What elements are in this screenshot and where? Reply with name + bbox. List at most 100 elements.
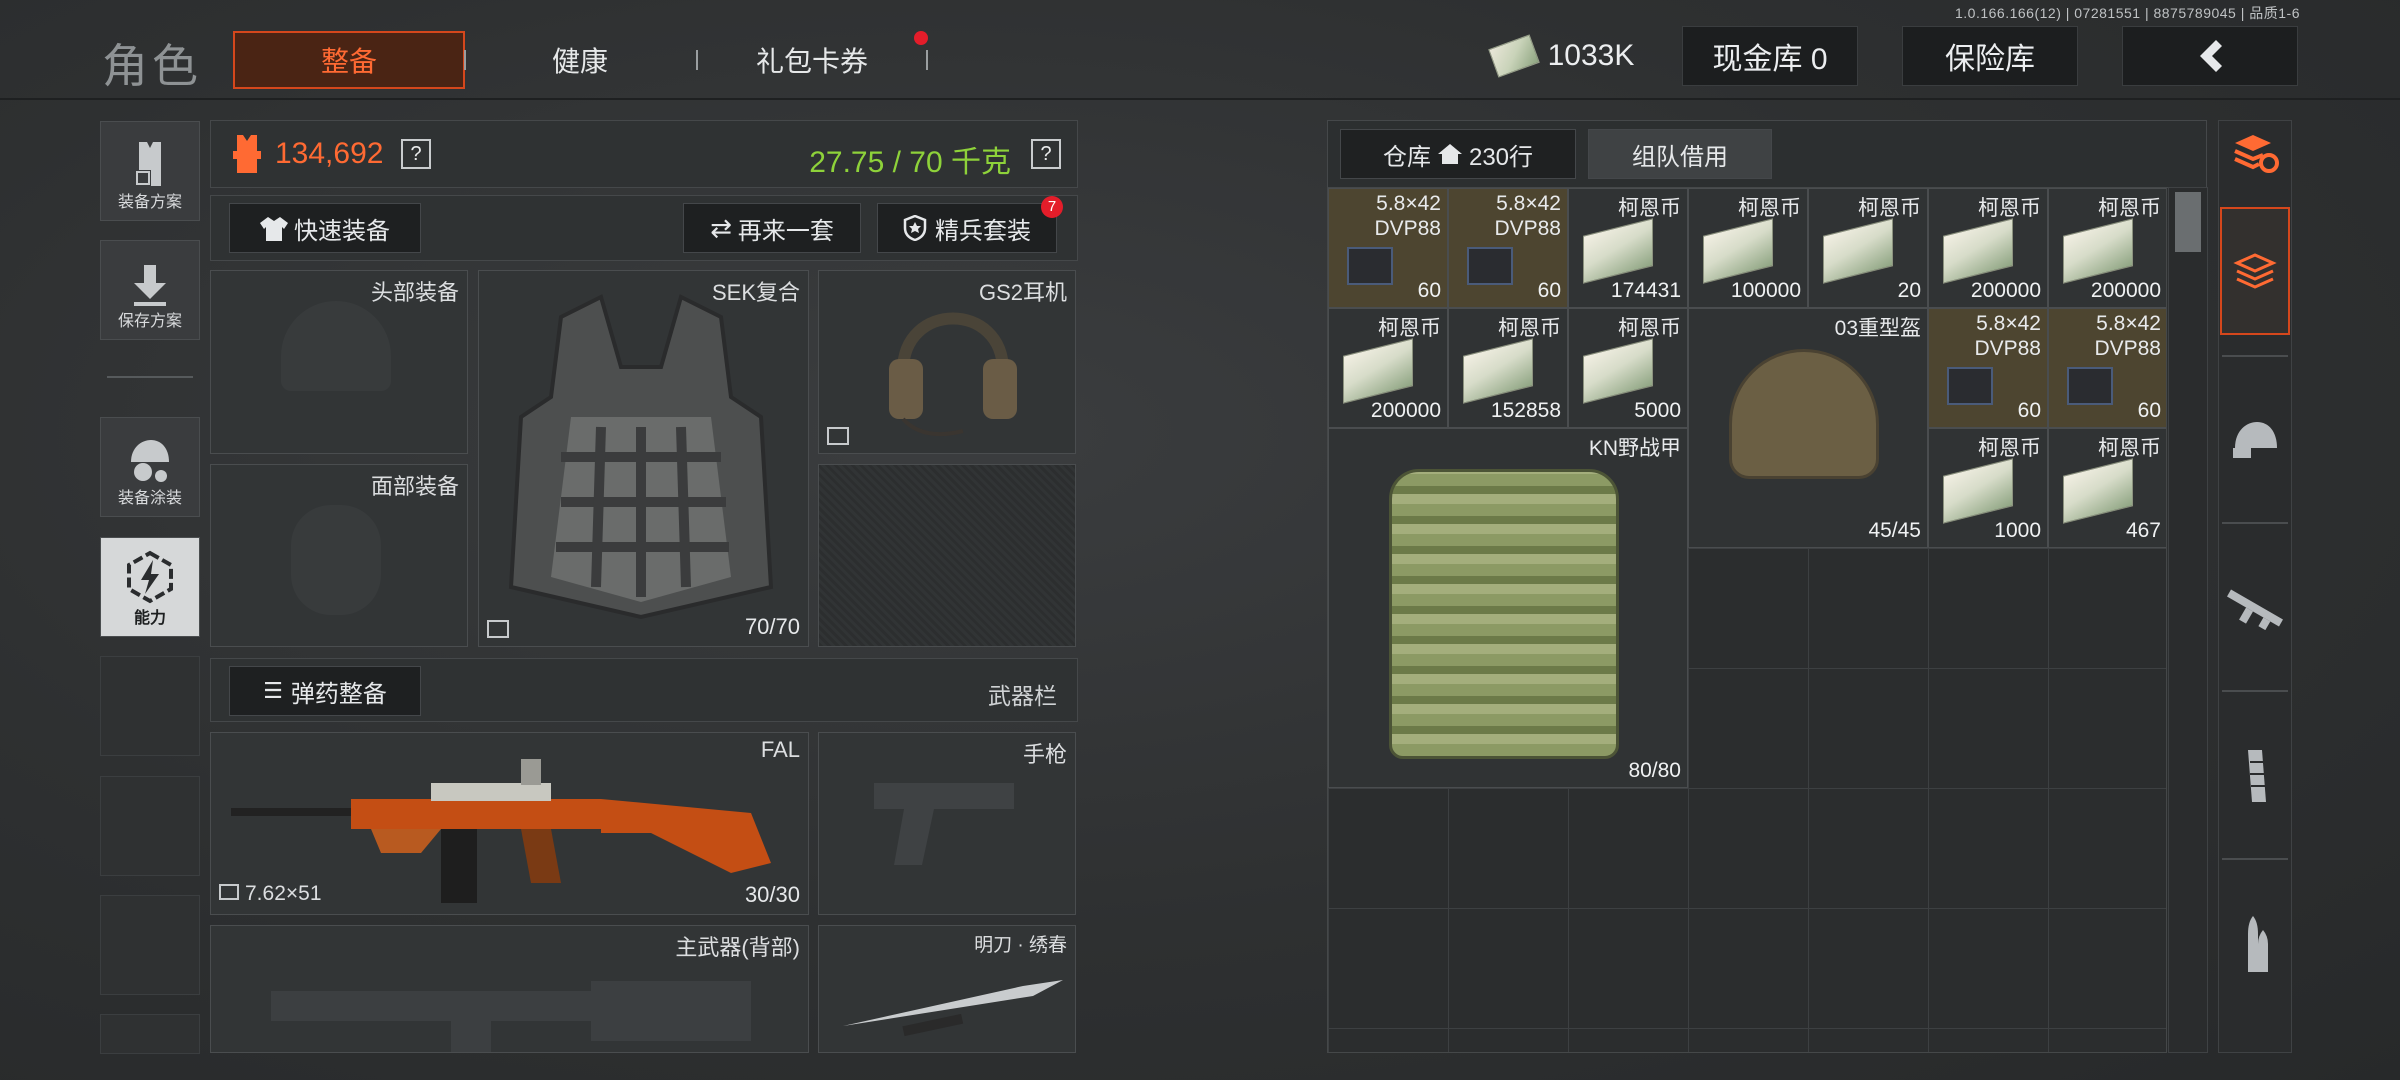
team-borrow-label: 组队借用 [1632,143,1728,171]
tab-divider [926,50,928,70]
rifle-image [231,759,771,903]
ability-label: 能力 [133,610,166,627]
help-icon[interactable]: ? [1031,139,1061,169]
loadout-plan-label: 装备方案 [117,194,182,211]
item-count: 20 [1897,279,1921,302]
cash-item[interactable]: 柯恩币 200000 [1328,308,1448,428]
item-count: 467 [2125,519,2161,542]
help-icon[interactable]: ? [401,139,431,169]
pistol-slot-label: 手枪 [1022,742,1067,767]
melee-slot[interactable]: 明刀 · 绣春 [818,925,1076,1053]
tab-divider [464,50,466,70]
helmet-tab-icon[interactable] [2220,380,2290,500]
home-icon [1437,144,1462,164]
item-count: 60 [1417,279,1441,302]
shirt-icon [260,217,288,241]
ammo-box-icon [1467,247,1513,285]
cash-bundle-icon [1823,218,1893,284]
vest-item[interactable]: KN野战甲 80/80 [1328,428,1688,788]
warehouse-tab[interactable]: 仓库 230行 [1340,129,1576,179]
value-text: 134,692 [275,137,384,170]
cash-item[interactable]: 柯恩币 467 [2048,428,2166,548]
item-subname: DVP88 [1374,217,1441,240]
warehouse-rows: 230行 [1468,143,1534,171]
weapon-bar-label: 武器栏 [988,683,1057,709]
cash-bundle-icon [1943,458,2013,524]
insured-vault-button[interactable]: 保险库 [1902,26,2078,86]
field-vest-icon [1389,469,1619,759]
cash-item[interactable]: 柯恩币 1000 [1928,428,2048,548]
pistol-placeholder-icon [874,783,1014,865]
ammo-item[interactable]: 5.8×42 DVP88 60 [1448,188,1568,308]
item-name: 柯恩币 [1618,197,1681,220]
ammo-prep-button[interactable]: ☰ 弹药整备 [229,666,421,716]
helmet-placeholder-icon [281,301,391,391]
mask-placeholder-icon [291,505,381,615]
quick-equip-button[interactable]: 快速装备 [229,203,421,253]
scrollbar-thumb[interactable] [2175,192,2201,252]
ammo-list-icon: ☰ [263,678,283,703]
headset-slot[interactable]: GS2耳机 [818,270,1076,454]
money-value: 1033K [1547,39,1635,72]
ammo-item[interactable]: 5.8×42 DVP88 60 [2048,308,2166,428]
equipment-skin-button[interactable]: 装备涂装 [100,417,200,517]
tab-gifts[interactable]: 礼包卡券 [712,31,912,89]
blade-image [843,980,1063,1037]
rifle-tab-icon[interactable] [2220,548,2290,668]
inventory-grid: 5.8×42 DVP88 60 5.8×42 DVP88 60 柯恩币 174431 柯恩币 10… [1327,187,2167,1053]
repeat-set-button[interactable]: ⇄ 再来一套 [683,203,861,253]
empty-slot-button[interactable] [100,1014,200,1054]
tab-divider [2222,522,2288,524]
pistol-slot[interactable]: 手枪 [818,732,1076,915]
back-weapon-slot[interactable]: 主武器(背部) [210,925,809,1053]
cash-bundle-icon [1943,218,2013,284]
empty-equipment-slot[interactable] [818,464,1076,647]
cash-item[interactable]: 柯恩币 174431 [1568,188,1688,308]
cash-bundle-icon [1703,218,1773,284]
ammo-item[interactable]: 5.8×42 DVP88 60 [1328,188,1448,308]
equipment-skin-label: 装备涂装 [117,490,182,507]
team-borrow-tab[interactable]: 组队借用 [1588,129,1772,179]
head-slot[interactable]: 头部装备 [210,270,468,454]
armor-slot[interactable]: SEK复合 70/70 [478,270,809,647]
tab-divider [2222,858,2288,860]
elite-kit-button[interactable]: 精兵套装 [877,203,1057,253]
loadout-plan-button[interactable]: 装备方案 [100,121,200,221]
helmet-item[interactable]: 03重型盔 45/45 [1688,308,1928,548]
ammo-prep-label: 弹药整备 [290,680,387,708]
cash-item[interactable]: 柯恩币 200000 [1928,188,2048,308]
cash-icon [1487,34,1540,78]
tab-prep-label: 整备 [320,46,377,77]
cash-item[interactable]: 柯恩币 200000 [2048,188,2166,308]
tab-prep[interactable]: 整备 [233,31,465,89]
cash-item[interactable]: 柯恩币 5000 [1568,308,1688,428]
empty-slot-button[interactable] [100,895,200,995]
empty-slot-button[interactable] [100,776,200,876]
cash-item[interactable]: 柯恩币 152858 [1448,308,1568,428]
empty-slot-button[interactable] [100,656,200,756]
cash-item[interactable]: 柯恩币 20 [1808,188,1928,308]
ability-button[interactable]: 能力 [100,537,200,637]
item-subname: DVP88 [1974,337,2041,360]
item-count: 200000 [1370,399,1441,422]
tab-health[interactable]: 健康 [480,31,680,89]
tab-gifts-label: 礼包卡券 [755,46,868,77]
insured-vault-label: 保险库 [1945,43,2035,76]
cash-vault-button[interactable]: 现金库 0 [1682,26,1858,86]
vest-plan-icon [135,142,161,186]
primary-weapon-slot[interactable]: FAL 7.62×51 30/30 [210,732,809,915]
sort-stack-icon[interactable] [2220,125,2290,185]
save-plan-button[interactable]: 保存方案 [100,240,200,340]
inventory-tab-icon[interactable] [2220,207,2290,335]
back-button[interactable] [2122,26,2298,86]
magazine-tab-icon[interactable] [2220,716,2290,836]
face-slot[interactable]: 面部装备 [210,464,468,647]
quick-equip-label: 快速装备 [294,217,390,245]
cash-item[interactable]: 柯恩币 100000 [1688,188,1808,308]
bullet-tab-icon[interactable] [2220,884,2290,1004]
ammo-item[interactable]: 5.8×42 DVP88 60 [1928,308,2048,428]
stats-bar: 134,692 ? 27.75 / 70 千克 ? [210,120,1078,188]
item-count: 60 [2137,399,2161,422]
repeat-set-label: 再来一套 [737,217,834,245]
inventory-scrollbar[interactable] [2168,187,2208,1053]
